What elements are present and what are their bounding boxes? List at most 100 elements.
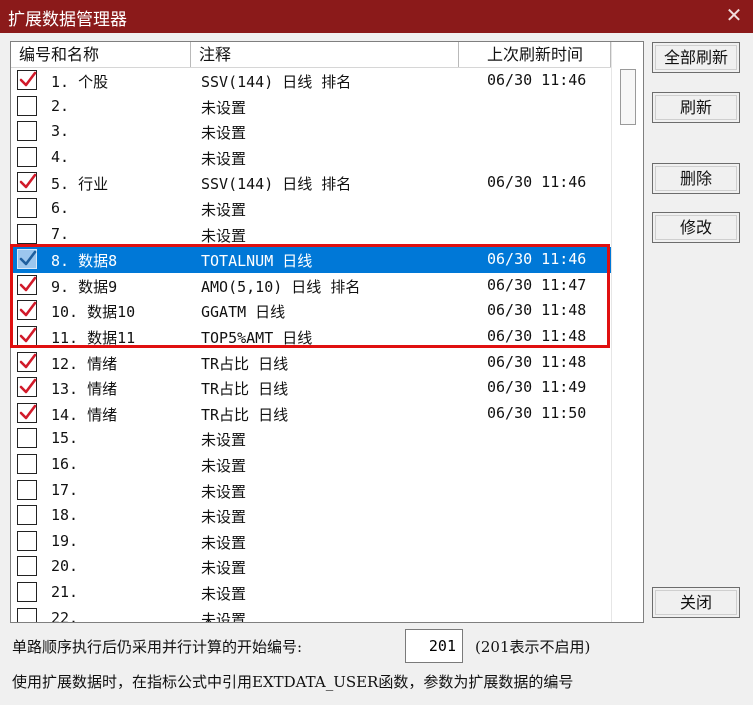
table-row[interactable]: 22. 未设置	[11, 606, 611, 623]
row-checkbox[interactable]	[17, 402, 37, 423]
table-row[interactable]: 17. 未设置	[11, 478, 611, 504]
table-row[interactable]: 3. 未设置	[11, 119, 611, 145]
row-note: TOP5%AMT 日线	[201, 329, 313, 347]
table-row[interactable]: 16. 未设置	[11, 452, 611, 478]
row-checkbox[interactable]	[17, 95, 37, 116]
row-checkbox[interactable]	[17, 146, 37, 167]
row-checkbox[interactable]	[17, 428, 37, 449]
row-checkbox[interactable]	[17, 274, 37, 295]
row-checkbox[interactable]	[17, 351, 37, 372]
row-refresh-time: 06/30 11:46	[487, 71, 587, 89]
row-note: 未设置	[201, 431, 247, 450]
row-name: 14. 情绪	[51, 405, 118, 424]
row-refresh-time: 06/30 11:49	[487, 378, 587, 397]
row-refresh-time: 06/30 11:46	[487, 173, 587, 192]
table-row[interactable]: 4. 未设置	[11, 145, 611, 171]
row-checkbox[interactable]	[17, 249, 37, 270]
vertical-scrollbar[interactable]	[611, 42, 643, 622]
row-checkbox[interactable]	[17, 607, 37, 622]
row-checkbox[interactable]	[17, 454, 37, 474]
row-checkbox[interactable]	[17, 121, 37, 142]
row-name: 20.	[51, 557, 79, 576]
table-row[interactable]: 2. 未设置	[11, 94, 611, 120]
list-header: 编号和名称 注释 上次刷新时间	[11, 42, 611, 68]
row-name: 22.	[51, 608, 79, 623]
row-name: 11. 数据11	[51, 329, 136, 347]
table-row[interactable]: 8. 数据8 TOTALNUM 日线 06/30 11:46	[11, 247, 611, 273]
row-note: 未设置	[201, 226, 247, 245]
row-note: 未设置	[201, 585, 247, 603]
delete-button[interactable]: 删除	[652, 163, 740, 194]
column-header-name[interactable]: 编号和名称	[11, 42, 191, 68]
row-note: 未设置	[201, 610, 247, 623]
refresh-button[interactable]: 刷新	[652, 92, 740, 123]
row-checkbox[interactable]	[17, 223, 37, 244]
row-note: SSV(144) 日线 排名	[201, 175, 352, 194]
row-checkbox[interactable]	[17, 70, 37, 90]
row-note: 未设置	[201, 482, 247, 501]
row-name: 3.	[51, 122, 70, 141]
table-row[interactable]: 9. 数据9 AMO(5,10) 日线 排名 06/30 11:47	[11, 273, 611, 299]
row-note: 未设置	[201, 98, 247, 117]
row-checkbox[interactable]	[17, 556, 37, 577]
row-note: 未设置	[201, 559, 247, 578]
modify-button[interactable]: 修改	[652, 212, 740, 243]
row-checkbox[interactable]	[17, 377, 37, 398]
table-row[interactable]: 5. 行业 SSV(144) 日线 排名 06/30 11:46	[11, 170, 611, 196]
row-refresh-time: 06/30 11:46	[487, 250, 587, 269]
table-row[interactable]: 21. 未设置	[11, 580, 611, 606]
refresh-all-button[interactable]: 全部刷新	[652, 42, 740, 73]
column-header-note[interactable]: 注释	[191, 42, 459, 68]
row-checkbox[interactable]	[17, 198, 37, 218]
row-name: 18.	[51, 506, 79, 525]
scrollbar-thumb[interactable]	[620, 69, 636, 125]
row-name: 10. 数据10	[51, 303, 136, 322]
table-row[interactable]: 6. 未设置	[11, 196, 611, 222]
row-checkbox[interactable]	[17, 326, 37, 346]
table-row[interactable]: 18. 未设置	[11, 503, 611, 529]
row-checkbox[interactable]	[17, 172, 37, 193]
row-note: GGATM 日线	[201, 303, 286, 322]
row-name: 16.	[51, 455, 79, 473]
usage-note: 使用扩展数据时，在指标公式中引用EXTDATA_USER函数，参数为扩展数据的编…	[12, 673, 574, 691]
table-row[interactable]: 13. 情绪 TR占比 日线 06/30 11:49	[11, 375, 611, 401]
title-bar[interactable]: 扩展数据管理器 ✕	[0, 0, 753, 33]
row-name: 21.	[51, 583, 79, 601]
row-checkbox[interactable]	[17, 530, 37, 551]
row-checkbox[interactable]	[17, 479, 37, 500]
table-row[interactable]: 1. 个股 SSV(144) 日线 排名 06/30 11:46	[11, 68, 611, 94]
table-row[interactable]: 11. 数据11 TOP5%AMT 日线 06/30 11:48	[11, 324, 611, 350]
table-row[interactable]: 10. 数据10 GGATM 日线 06/30 11:48	[11, 298, 611, 324]
row-note: TR占比 日线	[201, 380, 289, 399]
checkmark-icon	[19, 378, 37, 394]
row-checkbox[interactable]	[17, 582, 37, 602]
row-note: 未设置	[201, 508, 247, 527]
start-number-hint: (201表示不启用)	[475, 638, 591, 656]
row-note: 未设置	[201, 201, 247, 219]
row-name: 2.	[51, 96, 70, 115]
table-row[interactable]: 14. 情绪 TR占比 日线 06/30 11:50	[11, 401, 611, 427]
checkmark-icon	[19, 250, 37, 266]
row-note: 未设置	[201, 124, 247, 143]
row-checkbox[interactable]	[17, 505, 37, 526]
start-number-input[interactable]: 201	[405, 629, 463, 663]
data-list[interactable]: 编号和名称 注释 上次刷新时间 1. 个股 SSV(144) 日线 排名 06/30…	[10, 41, 644, 623]
checkmark-icon	[19, 71, 37, 87]
row-refresh-time: 06/30 11:48	[487, 301, 587, 320]
close-button[interactable]: 关闭	[652, 587, 740, 618]
checkmark-icon	[19, 302, 37, 317]
row-checkbox[interactable]	[17, 300, 37, 321]
table-row[interactable]: 12. 情绪 TR占比 日线 06/30 11:48	[11, 350, 611, 376]
table-row[interactable]: 7. 未设置	[11, 222, 611, 248]
row-note: 未设置	[201, 149, 247, 168]
table-row[interactable]: 20. 未设置	[11, 554, 611, 580]
row-name: 13. 情绪	[51, 380, 118, 399]
list-rows: 1. 个股 SSV(144) 日线 排名 06/30 11:46 2. 未设置 3. 未设置…	[11, 68, 611, 622]
row-refresh-time: 06/30 11:48	[487, 352, 587, 371]
row-name: 19.	[51, 531, 79, 550]
close-icon[interactable]: ✕	[723, 2, 745, 28]
table-row[interactable]: 15. 未设置	[11, 426, 611, 452]
table-row[interactable]: 19. 未设置	[11, 529, 611, 555]
row-name: 12. 情绪	[51, 354, 118, 373]
column-header-time[interactable]: 上次刷新时间	[459, 42, 611, 68]
